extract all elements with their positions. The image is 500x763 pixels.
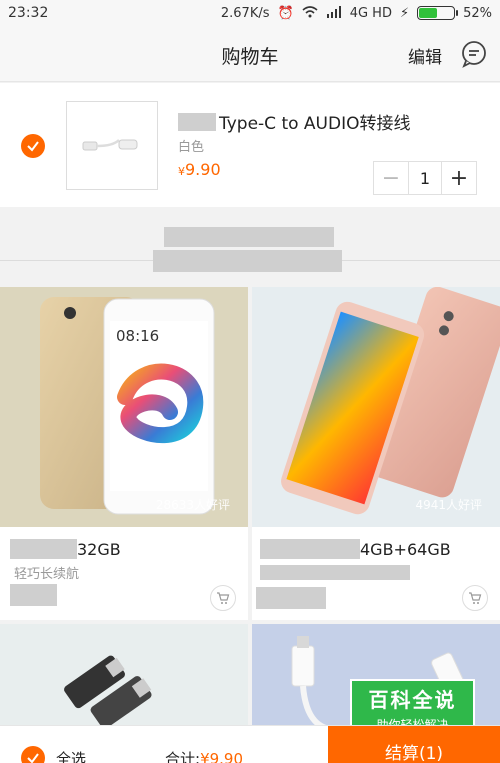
edit-button[interactable]: 编辑 xyxy=(408,43,442,68)
product-card[interactable]: 08:16 28633人好评 32GB 轻巧长续航 xyxy=(0,287,248,620)
product-name-text: 32GB xyxy=(77,539,121,559)
quantity-value[interactable]: 1 xyxy=(408,162,442,194)
add-to-cart-icon[interactable] xyxy=(462,585,488,611)
total-amount: 合计:¥9.90 xyxy=(165,748,243,763)
product-name: 32GB xyxy=(10,539,121,559)
redacted-brand xyxy=(178,112,216,131)
price-value: 9.90 xyxy=(185,160,221,179)
item-name-text: Type-C to AUDIO转接线 xyxy=(219,114,411,134)
product-image: 4941人好评 xyxy=(252,287,500,527)
cable-image xyxy=(82,139,138,151)
watermark-title: 百科全说 xyxy=(368,687,457,712)
recommendation-header xyxy=(0,207,500,287)
redacted-heading xyxy=(164,227,334,247)
product-image xyxy=(64,655,152,729)
total-value: ¥9.90 xyxy=(200,750,244,763)
check-icon xyxy=(27,141,39,152)
decrease-button[interactable]: − xyxy=(374,162,408,194)
signal-icon xyxy=(326,5,342,21)
status-time: 23:32 xyxy=(8,5,49,21)
redacted-desc xyxy=(260,565,410,580)
redacted-name xyxy=(260,539,360,559)
item-spec: 白色 xyxy=(178,140,205,155)
redacted-price xyxy=(10,584,57,606)
increase-button[interactable]: + xyxy=(442,162,476,194)
add-to-cart-icon[interactable] xyxy=(210,585,236,611)
alarm-icon: ⏰ xyxy=(277,5,294,21)
wifi-icon xyxy=(302,5,318,21)
item-thumbnail[interactable] xyxy=(66,101,158,190)
product-name: 4GB+64GB xyxy=(260,539,451,559)
app-header: 购物车 编辑 xyxy=(0,26,500,82)
checkout-label: 结算(1) xyxy=(384,744,444,763)
checkout-button[interactable]: 结算(1) xyxy=(328,726,500,763)
product-image: 08:16 28633人好评 xyxy=(0,287,248,527)
battery-percent: 52% xyxy=(463,5,492,21)
network-type: 4G HD xyxy=(349,5,392,21)
product-name-text: 4GB+64GB xyxy=(360,539,451,559)
select-all-checkbox[interactable] xyxy=(21,746,45,763)
product-card[interactable] xyxy=(0,624,248,734)
redacted-name xyxy=(10,539,77,559)
item-checkbox[interactable] xyxy=(21,134,45,158)
product-desc: 轻巧长续航 xyxy=(14,567,80,582)
redacted-price xyxy=(256,587,326,609)
item-name[interactable]: Type-C to AUDIO转接线 xyxy=(178,109,410,134)
total-label: 合计: xyxy=(165,750,201,763)
battery-fill xyxy=(419,8,437,18)
battery-icon xyxy=(417,6,459,20)
review-count: 4941人好评 xyxy=(415,498,482,512)
charging-icon: ⚡ xyxy=(399,5,410,21)
select-all-label[interactable]: 全选 xyxy=(56,748,86,763)
svg-text:08:16: 08:16 xyxy=(116,327,159,345)
product-card[interactable]: 4941人好评 4GB+64GB xyxy=(252,287,500,620)
status-bar: 23:32 2.67K/s ⏰ 4G HD ⚡ 52% xyxy=(0,0,500,26)
network-speed: 2.67K/s xyxy=(220,5,270,21)
review-count: 28633人好评 xyxy=(155,498,230,512)
check-icon xyxy=(27,753,39,763)
redacted-subheading xyxy=(153,250,342,272)
price-symbol: ¥ xyxy=(178,165,185,178)
checkout-bar: 全选 合计:¥9.90 结算(1) xyxy=(0,725,500,763)
chat-bubble-icon[interactable] xyxy=(460,40,488,68)
quantity-stepper: − 1 + xyxy=(373,161,477,195)
item-price: ¥9.90 xyxy=(178,160,221,179)
